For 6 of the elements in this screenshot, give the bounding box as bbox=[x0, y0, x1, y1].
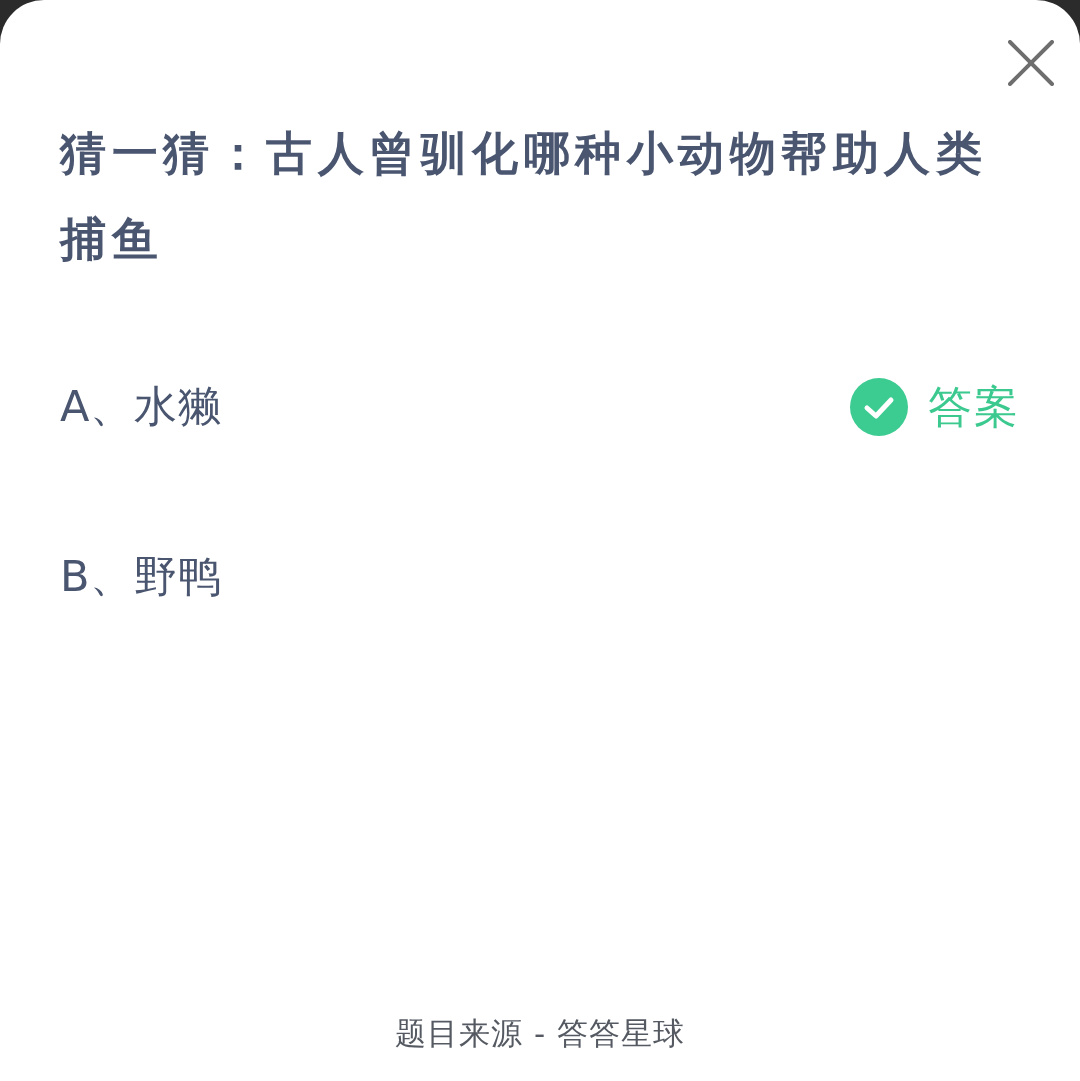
option-text[interactable]: A、水獭 bbox=[60, 378, 223, 436]
close-icon[interactable] bbox=[1008, 40, 1054, 86]
option-text[interactable]: B、野鸭 bbox=[60, 548, 223, 606]
answer-label: 答案 bbox=[928, 379, 1020, 434]
question-text: 猜一猜：古人曾驯化哪种小动物帮助人类捕鱼 bbox=[60, 125, 988, 268]
source-text: 题目来源 - 答答星球 bbox=[395, 1015, 685, 1051]
